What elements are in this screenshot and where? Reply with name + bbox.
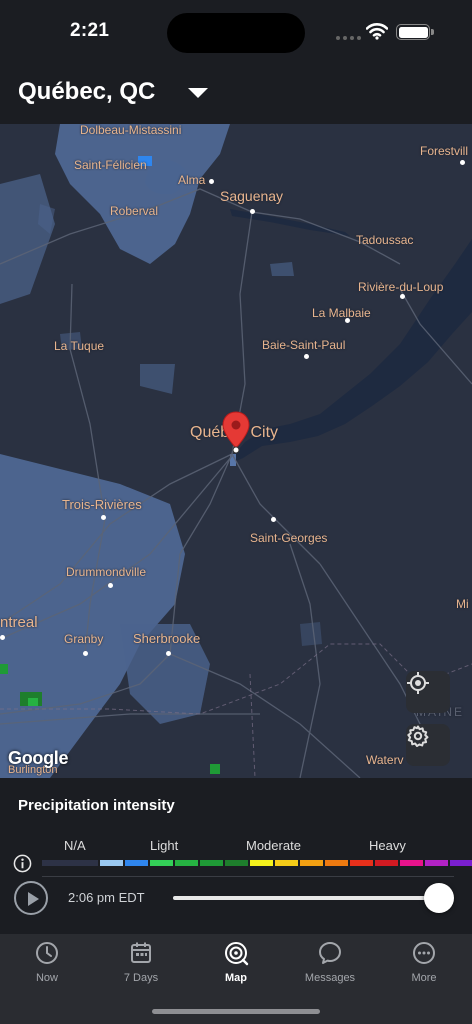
scale-segment	[175, 860, 198, 866]
map-label-alma: Alma	[178, 173, 206, 187]
location-header[interactable]: Québec, QC	[0, 64, 472, 124]
city-dot	[250, 209, 255, 214]
home-indicator	[152, 1009, 320, 1014]
more-icon	[413, 942, 435, 964]
city-dot	[0, 635, 5, 640]
map-label-saguenay: Saguenay	[220, 188, 284, 204]
clock-icon	[36, 942, 58, 964]
precipitation-panel: Precipitation intensity N/A Light Modera…	[0, 778, 472, 934]
map-label-forestville: Forestvill	[420, 144, 469, 158]
map-label-granby: Granby	[64, 632, 104, 646]
divider	[42, 876, 454, 877]
city-dot	[83, 651, 88, 656]
radar-map[interactable]: Dolbeau-Mistassini Forestvill Saint-Féli…	[0, 124, 472, 778]
scale-label-na: N/A	[64, 838, 86, 853]
info-icon[interactable]	[13, 854, 32, 873]
city-dot	[304, 354, 309, 359]
crosshair-icon	[407, 672, 429, 694]
scale-segment	[375, 860, 398, 866]
tab-now[interactable]: Now	[0, 940, 94, 996]
map-settings-button[interactable]	[406, 724, 450, 766]
city-dot	[166, 651, 171, 656]
scale-segment	[300, 860, 323, 866]
map-label-roberval: Roberval	[110, 204, 159, 218]
tab-label: Messages	[304, 972, 356, 984]
map-label-saint-felicien: Saint-Félicien	[74, 158, 147, 172]
scale-segment-na	[42, 860, 98, 866]
city-dot	[460, 160, 465, 165]
map-label-waterv: Waterv	[366, 753, 404, 767]
tab-label: Map	[225, 972, 247, 984]
city-dot	[108, 583, 113, 588]
wifi-icon	[366, 23, 388, 40]
location-pin-icon[interactable]	[220, 410, 252, 456]
map-label-tadoussac: Tadoussac	[356, 233, 414, 247]
map-label-baie-saint-paul: Baie-Saint-Paul	[262, 338, 346, 352]
scale-segment	[325, 860, 348, 866]
precipitation-scale-bar	[42, 860, 472, 866]
scale-segment	[250, 860, 273, 866]
map-label-montreal: ntreal	[0, 614, 38, 631]
precipitation-title: Precipitation intensity	[18, 797, 175, 814]
my-location-button[interactable]	[406, 671, 450, 713]
calendar-icon	[131, 942, 151, 963]
chat-bubble-icon	[319, 942, 341, 964]
radar-time-label: 2:06 pm EDT	[68, 890, 145, 905]
city-dot	[101, 515, 106, 520]
scale-segment	[200, 860, 223, 866]
map-label-riviere-du-loup: Rivière-du-Loup	[358, 280, 444, 294]
timeline-slider-track[interactable]	[173, 896, 439, 900]
city-dot	[271, 517, 276, 522]
dynamic-island	[167, 13, 305, 53]
google-attribution: Google	[8, 748, 69, 768]
tab-label: 7 Days	[123, 972, 159, 984]
map-label-la-malbaie: La Malbaie	[312, 306, 371, 320]
scale-segment	[125, 860, 148, 866]
tab-messages[interactable]: Messages	[283, 940, 377, 996]
play-button[interactable]	[14, 881, 48, 915]
map-label-drummondville: Drummondville	[66, 565, 147, 579]
scale-segment	[400, 860, 423, 866]
status-time: 2:21	[70, 20, 110, 41]
map-label-dolbeau: Dolbeau-Mistassini	[80, 124, 182, 137]
gear-icon	[407, 725, 429, 747]
timeline-slider-thumb[interactable]	[424, 883, 454, 913]
scale-segment	[275, 860, 298, 866]
scale-segment	[450, 860, 472, 866]
scale-segment	[100, 860, 123, 866]
map-radar-icon	[225, 942, 249, 966]
scale-label-moderate: Moderate	[246, 838, 301, 853]
location-title[interactable]: Québec, QC	[18, 78, 155, 106]
tab-map[interactable]: Map	[189, 940, 283, 996]
city-dot	[209, 179, 214, 184]
chevron-down-icon[interactable]	[184, 82, 212, 102]
battery-icon	[396, 24, 434, 40]
tab-label: Now	[35, 972, 58, 984]
city-dot	[400, 294, 405, 299]
map-label-la-tuque: La Tuque	[54, 339, 105, 353]
tab-more[interactable]: More	[377, 940, 471, 996]
scale-segment	[150, 860, 173, 866]
map-label-mi: Mi	[456, 597, 469, 611]
tab-label: More	[411, 972, 437, 984]
map-label-saint-georges: Saint-Georges	[250, 531, 328, 545]
status-bar: 2:21	[0, 0, 472, 64]
scale-segment	[225, 860, 248, 866]
scale-label-light: Light	[150, 838, 179, 853]
scale-segment	[425, 860, 448, 866]
scale-segment	[350, 860, 373, 866]
cellular-signal-icon	[336, 36, 361, 40]
scale-label-heavy: Heavy	[369, 838, 406, 853]
map-label-sherbrooke: Sherbrooke	[133, 631, 201, 646]
map-label-trois-rivieres: Trois-Rivières	[62, 497, 142, 512]
tab-7-days[interactable]: 7 Days	[94, 940, 188, 996]
